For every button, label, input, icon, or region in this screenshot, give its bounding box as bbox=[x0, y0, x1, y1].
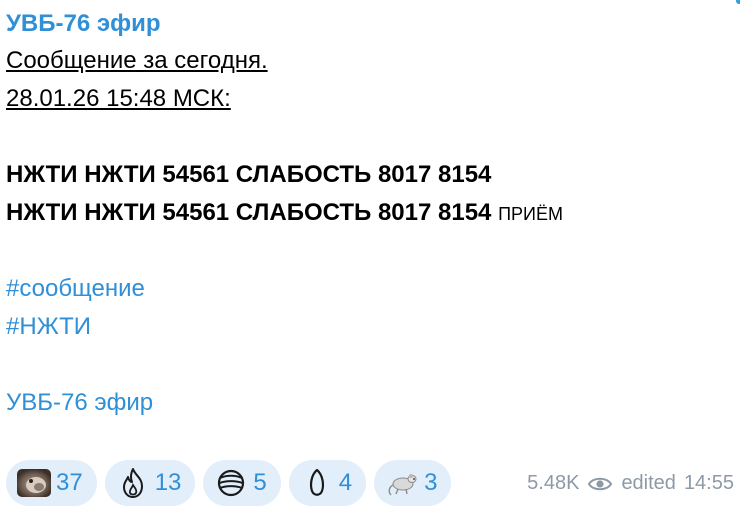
channel-post: УВБ-76 эфир Сообщение за сегодня. 28.01.… bbox=[6, 6, 734, 422]
reaction-count: 13 bbox=[154, 469, 182, 496]
hashtag-nzhti[interactable]: #НЖТИ bbox=[6, 308, 91, 346]
reaction-count: 5 bbox=[253, 469, 267, 496]
message-intro: Сообщение за сегодня. bbox=[6, 47, 268, 74]
channel-title[interactable]: УВБ-76 эфир bbox=[6, 6, 734, 42]
reaction-count: 3 bbox=[424, 469, 438, 496]
code-line-1: НЖТИ НЖТИ 54561 СЛАБОСТЬ 8017 8154 bbox=[6, 161, 492, 188]
fire-outline-icon bbox=[115, 465, 151, 501]
code-line-2-row: НЖТИ НЖТИ 54561 СЛАБОСТЬ 8017 8154 ПРИЁМ bbox=[6, 194, 734, 232]
reaction-seed[interactable]: 4 bbox=[288, 460, 367, 506]
reaction-animal-photo[interactable]: 37 bbox=[6, 460, 97, 506]
reactions-bar: 37 13 5 4 3 bbox=[6, 460, 452, 506]
unread-indicator bbox=[736, 0, 740, 4]
post-meta: 5.48K edited 14:55 bbox=[527, 472, 734, 495]
animal-photo-icon bbox=[16, 465, 52, 501]
message-date: 28.01.26 15:48 МСК: bbox=[6, 85, 231, 112]
ball-icon bbox=[213, 465, 249, 501]
code-line-2: НЖТИ НЖТИ 54561 СЛАБОСТЬ 8017 8154 bbox=[6, 199, 492, 226]
reaction-ball[interactable]: 5 bbox=[203, 460, 281, 506]
view-count: 5.48K bbox=[527, 472, 580, 494]
reaction-count: 4 bbox=[338, 469, 353, 496]
code-line-2-suffix: ПРИЁМ bbox=[498, 204, 563, 224]
rat-icon bbox=[384, 465, 420, 501]
seed-icon bbox=[299, 465, 335, 501]
reaction-count: 37 bbox=[56, 469, 83, 496]
hashtag-soobshchenie[interactable]: #сообщение bbox=[6, 270, 145, 308]
post-time: 14:55 bbox=[683, 472, 734, 494]
channel-signature-link[interactable]: УВБ-76 эфир bbox=[6, 384, 153, 422]
edited-label: edited bbox=[621, 472, 676, 494]
reaction-fire[interactable]: 13 bbox=[104, 460, 196, 506]
reaction-rat[interactable]: 3 bbox=[374, 460, 452, 506]
eye-icon bbox=[587, 475, 613, 493]
